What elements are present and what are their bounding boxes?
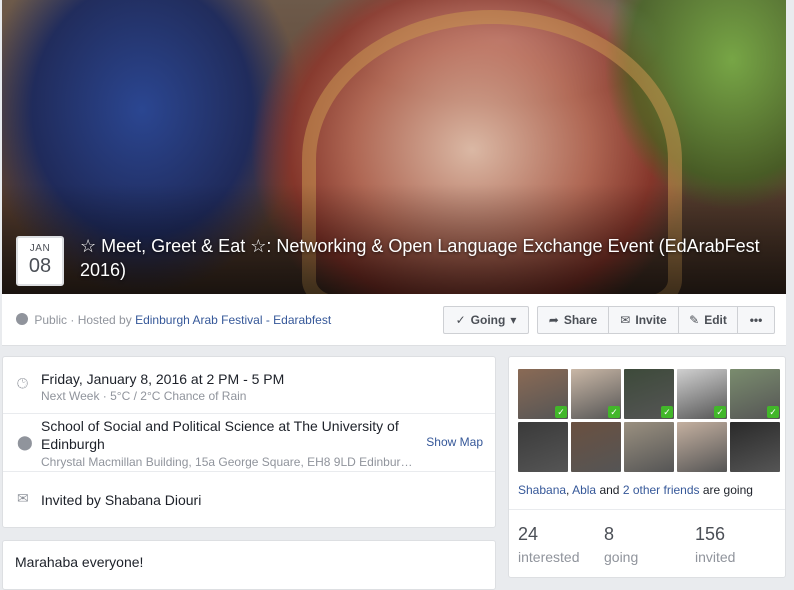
privacy-label: Public bbox=[34, 313, 68, 327]
hosted-prefix: · Hosted by bbox=[70, 313, 132, 327]
friend-avatar[interactable] bbox=[730, 422, 780, 472]
event-datetime: Friday, January 8, 2016 at 2 PM - 5 PM bbox=[41, 371, 285, 387]
invited-by: Invited by Shabana Diouri bbox=[41, 492, 202, 508]
going-check-icon: ✓ bbox=[608, 406, 620, 418]
description-text: Marahaba everyone! bbox=[15, 554, 144, 570]
host-link[interactable]: Edinburgh Arab Festival - Edarabfest bbox=[135, 313, 331, 327]
friend-avatar[interactable]: ✓ bbox=[518, 369, 568, 419]
going-label: Going bbox=[470, 313, 506, 327]
show-map-link[interactable]: Show Map bbox=[426, 435, 483, 449]
stat-number: 8 bbox=[604, 524, 615, 544]
friend-avatar[interactable]: ✓ bbox=[730, 369, 780, 419]
event-date-badge: JAN 08 bbox=[16, 236, 64, 286]
location-row: ⬤ School of Social and Political Science… bbox=[3, 414, 495, 472]
event-description-card: Marahaba everyone! bbox=[2, 540, 496, 590]
more-button[interactable]: ••• bbox=[738, 307, 774, 333]
invite-button[interactable]: ✉ Invite bbox=[609, 307, 679, 333]
friend-link-abla[interactable]: Abla bbox=[572, 483, 596, 497]
stat-number: 24 bbox=[518, 524, 539, 544]
edit-button[interactable]: ✎ Edit bbox=[679, 307, 738, 333]
envelope-icon: ✉ bbox=[17, 490, 29, 506]
invited-by-row: ✉ Invited by Shabana Diouri bbox=[3, 472, 495, 528]
clock-icon: 🕑︎ bbox=[17, 375, 29, 391]
friend-avatar[interactable]: ✓ bbox=[624, 369, 674, 419]
share-label: Share bbox=[563, 313, 598, 327]
action-bar: Public · Hosted by Edinburgh Arab Festiv… bbox=[2, 294, 786, 346]
stat-invited[interactable]: 156 invited bbox=[695, 524, 735, 565]
weather-info: Next Week · 5°C / 2°C Chance of Rain bbox=[41, 389, 247, 403]
friend-avatar[interactable]: ✓ bbox=[677, 369, 727, 419]
going-suffix: are going bbox=[702, 483, 753, 497]
venue-address: Chrystal Macmillan Building, 15a George … bbox=[41, 455, 413, 469]
hosted-info: Public · Hosted by Edinburgh Arab Festiv… bbox=[16, 313, 331, 327]
date-day: 08 bbox=[28, 255, 52, 277]
stat-number: 156 bbox=[695, 524, 726, 544]
friend-avatar[interactable] bbox=[571, 422, 621, 472]
pencil-icon: ✎ bbox=[689, 313, 700, 327]
action-button-group: ➦ Share ✉ Invite ✎ Edit ••• bbox=[537, 306, 775, 334]
stat-interested[interactable]: 24 interested bbox=[518, 524, 579, 565]
going-check-icon: ✓ bbox=[661, 406, 673, 418]
stat-label: invited bbox=[695, 549, 736, 565]
friend-link-shabana[interactable]: Shabana bbox=[518, 483, 566, 497]
friends-going-card: ✓ ✓ ✓ ✓ ✓ Shabana, Abla and 2 other friends … bbox=[508, 356, 786, 578]
stat-going[interactable]: 8 going bbox=[604, 524, 638, 565]
location-pin-icon: ⬤ bbox=[17, 434, 33, 450]
envelope-icon: ✉ bbox=[620, 313, 631, 327]
cover-photo: JAN 08 ☆ Meet, Greet & Eat ☆: Networking… bbox=[2, 0, 786, 294]
date-month: JAN bbox=[29, 243, 51, 254]
and-word: and bbox=[599, 483, 620, 497]
going-check-icon: ✓ bbox=[555, 406, 567, 418]
event-title: ☆ Meet, Greet & Eat ☆: Networking & Open… bbox=[80, 236, 760, 280]
friend-avatar[interactable] bbox=[624, 422, 674, 472]
venue-name-line2[interactable]: Edinburgh bbox=[41, 435, 105, 453]
separator: , bbox=[566, 483, 570, 497]
stat-label: interested bbox=[518, 549, 580, 565]
more-icon: ••• bbox=[749, 313, 763, 327]
caret-down-icon: ▾ bbox=[510, 313, 517, 327]
edit-label: Edit bbox=[704, 313, 727, 327]
invite-label: Invite bbox=[635, 313, 667, 327]
friend-avatar-grid: ✓ ✓ ✓ ✓ ✓ bbox=[518, 369, 780, 472]
venue-name-line1[interactable]: School of Social and Political Science a… bbox=[41, 417, 399, 435]
friends-going-summary: Shabana, Abla and 2 other friends are go… bbox=[518, 483, 753, 497]
event-details-card: 🕑︎ Friday, January 8, 2016 at 2 PM - 5 P… bbox=[2, 356, 496, 528]
going-check-icon: ✓ bbox=[767, 406, 779, 418]
friend-avatar[interactable] bbox=[677, 422, 727, 472]
globe-icon bbox=[16, 313, 28, 325]
going-check-icon: ✓ bbox=[714, 406, 726, 418]
other-friends-link[interactable]: 2 other friends bbox=[623, 483, 700, 497]
friend-avatar[interactable]: ✓ bbox=[571, 369, 621, 419]
event-stats: 24 interested 8 going 156 invited bbox=[509, 509, 785, 579]
friend-avatar[interactable] bbox=[518, 422, 568, 472]
stat-label: going bbox=[604, 549, 639, 565]
share-icon: ➦ bbox=[548, 313, 559, 327]
datetime-row: 🕑︎ Friday, January 8, 2016 at 2 PM - 5 P… bbox=[3, 357, 495, 414]
going-button[interactable]: ✓ Going ▾ bbox=[443, 306, 529, 334]
share-button[interactable]: ➦ Share bbox=[538, 307, 609, 333]
check-icon: ✓ bbox=[455, 313, 466, 327]
